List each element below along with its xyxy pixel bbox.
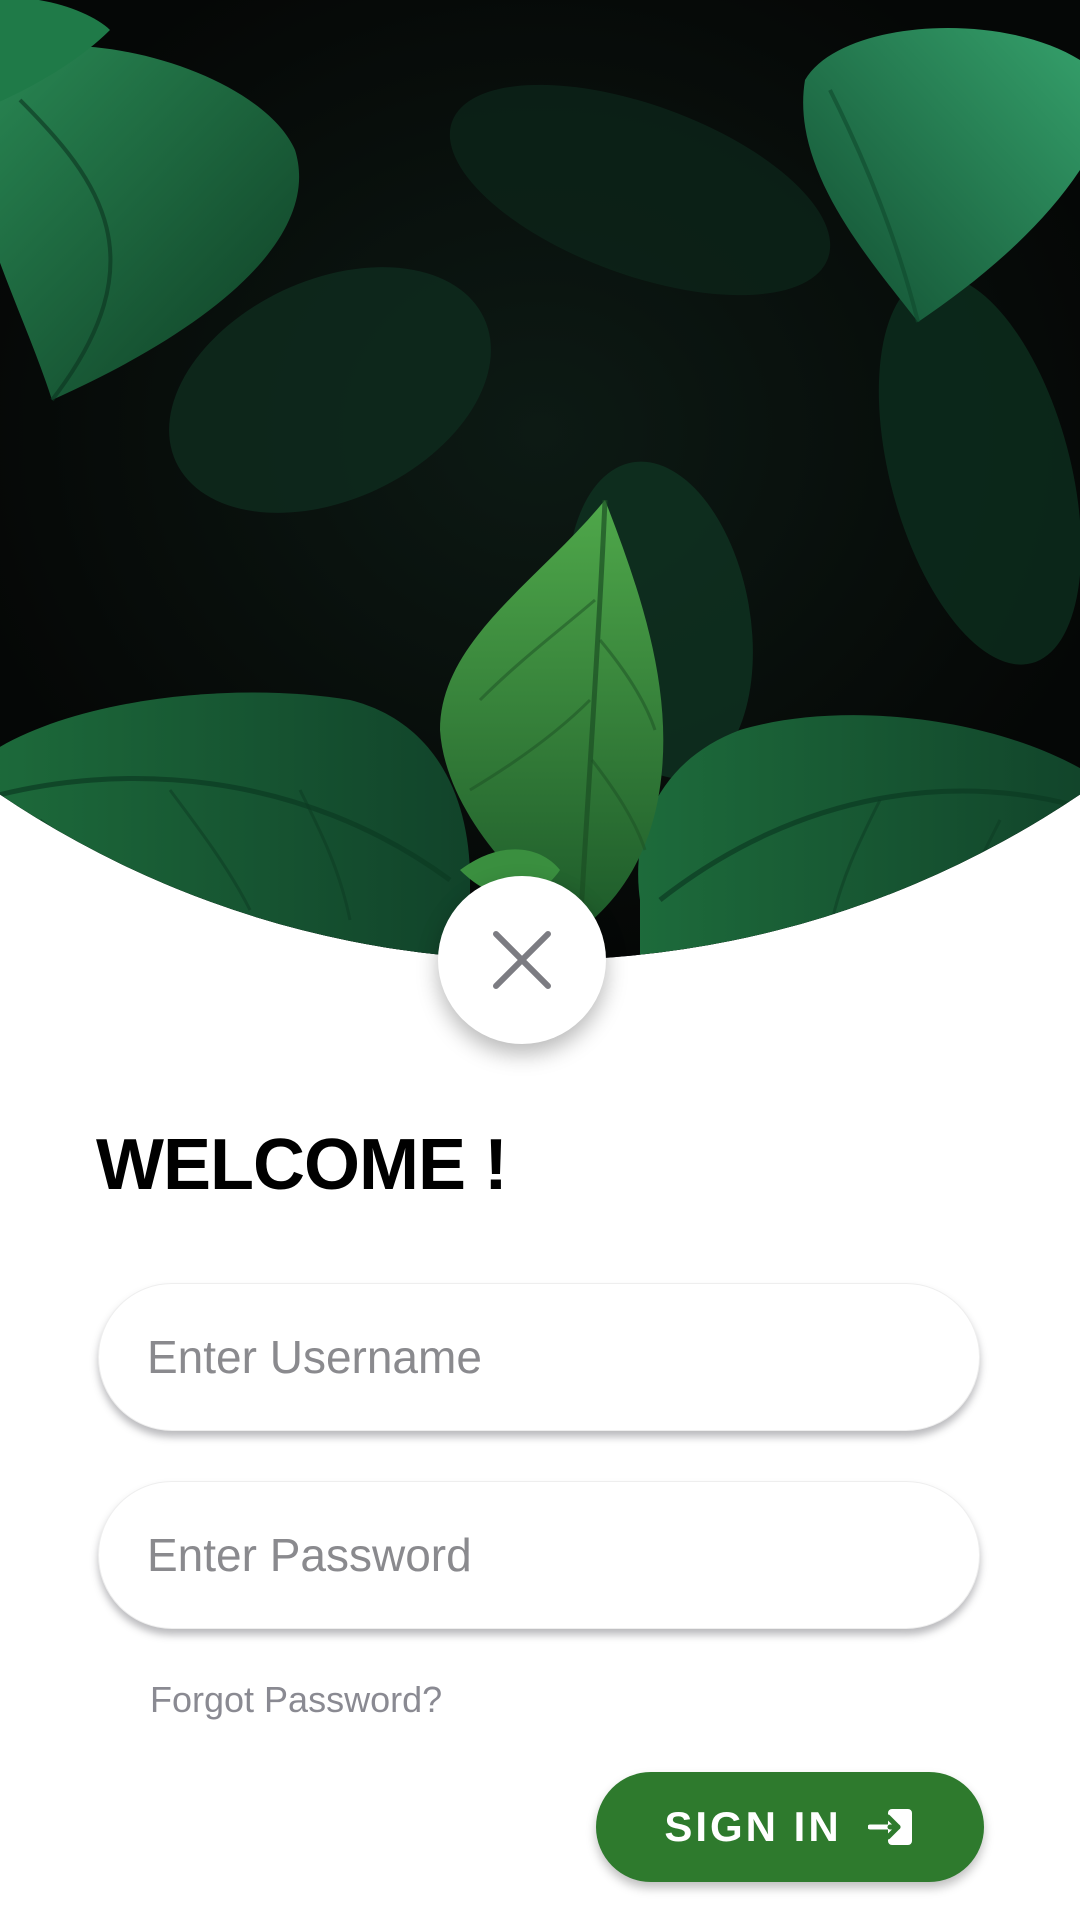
login-icon <box>867 1809 912 1845</box>
sign-in-button[interactable]: SIGN IN <box>596 1772 984 1882</box>
password-input[interactable] <box>147 1528 931 1582</box>
leaves-illustration <box>0 0 1080 960</box>
welcome-title: WELCOME ! <box>96 1125 508 1205</box>
close-button[interactable] <box>438 876 606 1044</box>
forgot-password-link[interactable]: Forgot Password? <box>150 1678 442 1722</box>
username-input[interactable] <box>147 1330 931 1384</box>
sign-in-label: SIGN IN <box>664 1803 842 1850</box>
hero-image <box>0 0 1080 960</box>
login-screen: WELCOME ! Forgot Password? SIGN IN <box>0 0 1080 1920</box>
close-icon <box>493 931 551 989</box>
username-field[interactable] <box>98 1283 980 1431</box>
password-field[interactable] <box>98 1481 980 1629</box>
